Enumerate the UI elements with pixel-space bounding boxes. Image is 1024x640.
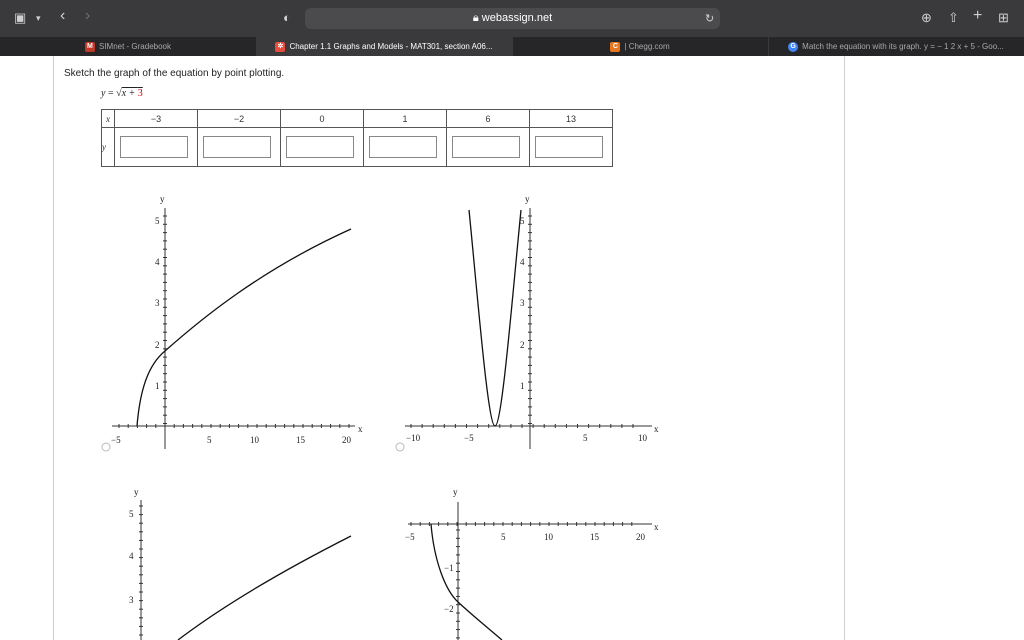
x-tick-label: −5 bbox=[405, 532, 415, 542]
y-tick-label: 4 bbox=[520, 257, 525, 267]
curve bbox=[468, 209, 522, 427]
y-tick-label: 3 bbox=[520, 298, 525, 308]
x-tick-label: 20 bbox=[342, 435, 352, 445]
y-tick-label: 4 bbox=[129, 551, 134, 561]
x-tick-label: 20 bbox=[636, 532, 646, 542]
x-tick-label: −5 bbox=[464, 433, 474, 443]
y-tick-label: 1 bbox=[155, 381, 160, 391]
curve bbox=[136, 228, 352, 427]
graph-option-1[interactable]: x y −5 5 10 15 20 1 2 3 4 5 bbox=[101, 194, 363, 452]
y-tick-label: 5 bbox=[129, 509, 134, 519]
y-tick-label: 4 bbox=[155, 257, 160, 267]
x-tick-label: 15 bbox=[296, 435, 306, 445]
x-tick-label: 5 bbox=[583, 433, 588, 443]
y-tick-label: 5 bbox=[155, 216, 160, 226]
y-tick-label: 2 bbox=[520, 340, 525, 350]
y-tick-label: 3 bbox=[155, 298, 160, 308]
x-axis-label: x bbox=[654, 424, 659, 434]
x-tick-label: 10 bbox=[638, 433, 648, 443]
x-tick-label: 10 bbox=[250, 435, 260, 445]
y-axis-label: y bbox=[525, 194, 530, 204]
graph-option-3[interactable]: y 3 4 5 bbox=[129, 487, 352, 640]
x-axis-label: x bbox=[654, 522, 659, 532]
graph-option-2[interactable]: x y −10 −5 5 10 1 2 3 4 5 bbox=[395, 194, 659, 452]
curve bbox=[430, 523, 503, 640]
curve bbox=[177, 535, 352, 640]
x-tick-label: 5 bbox=[207, 435, 212, 445]
graph-radio-2[interactable] bbox=[395, 442, 405, 452]
x-tick-label: 5 bbox=[501, 532, 506, 542]
y-tick-label: 3 bbox=[129, 595, 134, 605]
y-axis-label: y bbox=[160, 194, 165, 204]
x-tick-label: −10 bbox=[406, 433, 421, 443]
y-tick-label: −2 bbox=[444, 604, 454, 614]
graph-option-4[interactable]: x y −5 5 10 15 20 −1 −2 bbox=[405, 487, 659, 640]
x-tick-label: 10 bbox=[544, 532, 554, 542]
y-tick-label: −1 bbox=[444, 563, 454, 573]
y-tick-label: 2 bbox=[155, 340, 160, 350]
x-tick-label: 15 bbox=[590, 532, 600, 542]
y-axis-label: y bbox=[453, 487, 458, 497]
y-tick-label: 1 bbox=[520, 381, 525, 391]
y-tick-label: 5 bbox=[520, 216, 525, 226]
graph-choices: x y −5 5 10 15 20 1 2 3 4 5 x y −10 −5 5… bbox=[101, 194, 659, 640]
x-tick-label: −5 bbox=[111, 435, 121, 445]
y-axis-label: y bbox=[134, 487, 139, 497]
graph-radio-1[interactable] bbox=[101, 442, 111, 452]
x-axis-label: x bbox=[358, 424, 363, 434]
